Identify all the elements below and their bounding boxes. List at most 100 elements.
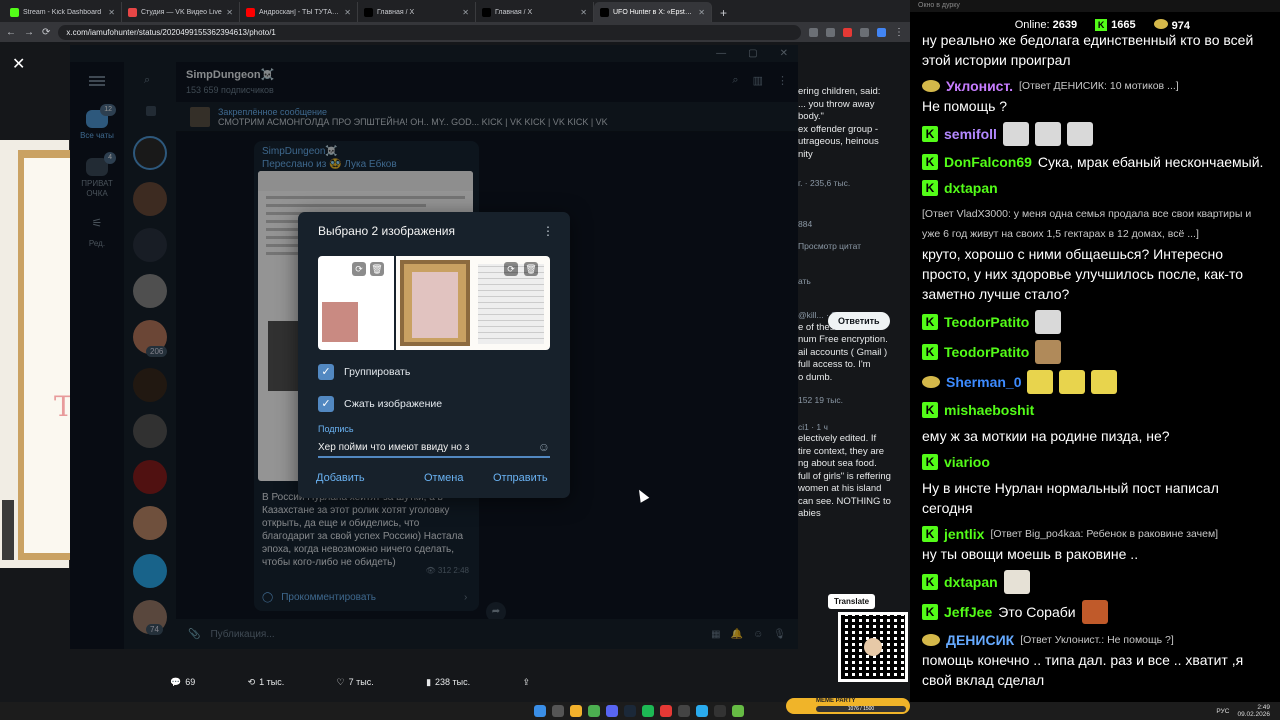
chat-text: ну реально же бедолага единственный кто … <box>922 32 1254 68</box>
chat-message[interactable]: Kviarioo Ну в инсте Нурлан нормальный пос… <box>922 452 1272 518</box>
chat-username[interactable]: mishaeboshit <box>944 400 1034 420</box>
chat-message[interactable]: ДЕНИСИК [Ответ Уклонист.: Не помощь ?] пом… <box>922 630 1272 690</box>
obs-icon[interactable] <box>714 705 726 717</box>
translate-button[interactable]: Translate <box>828 594 876 609</box>
chat-username[interactable]: TeodorPatito <box>944 342 1029 362</box>
reload-icon[interactable]: ⟳ <box>42 27 50 38</box>
chat-username[interactable]: viarioo <box>944 452 990 472</box>
chat-message[interactable]: Kdxtapan [Ответ VladX3000: у меня одна се… <box>922 178 1272 304</box>
cancel-button[interactable]: Отмена <box>424 472 463 484</box>
group-checkbox[interactable]: ✓ Группировать <box>318 364 410 380</box>
chat-username[interactable]: dxtapan <box>944 178 998 198</box>
replace-icon[interactable]: ⟳ <box>504 262 518 276</box>
chrome-icon[interactable] <box>588 705 600 717</box>
spotify-icon[interactable] <box>642 705 654 717</box>
app-icon[interactable] <box>678 705 690 717</box>
reply-action[interactable]: 💬 69 <box>170 677 195 688</box>
chat-message[interactable]: Kdxtapan <box>922 570 1272 594</box>
language-indicator[interactable]: РУС <box>1216 708 1229 715</box>
chat-username[interactable]: DonFalcon69 <box>944 152 1032 172</box>
chat-username[interactable]: ДЕНИСИК <box>946 630 1014 650</box>
repost-action[interactable]: ⟲ 1 тыс. <box>248 677 285 688</box>
chat-message[interactable]: Sherman_0 <box>922 370 1272 394</box>
chat-message[interactable]: Уклонист. [Ответ ДЕНИСИК: 10 мотиков ...]… <box>922 76 1272 116</box>
url-field[interactable]: x.com/iamufohunter/status/20204991553623… <box>58 24 801 40</box>
image-preview-2[interactable]: ⟳ 🗑 <box>396 256 550 350</box>
close-tab-icon[interactable]: ✕ <box>108 8 115 17</box>
quotes-link[interactable]: Просмотр цитат <box>790 240 910 253</box>
steam-icon[interactable] <box>624 705 636 717</box>
chat-text: помощь конечно .. типа дал. раз и все ..… <box>922 652 1244 688</box>
chat-username[interactable]: Sherman_0 <box>946 372 1021 392</box>
preview-document <box>478 264 544 344</box>
share-action[interactable]: ⇪ <box>522 677 530 688</box>
windows-start-icon[interactable] <box>534 705 546 717</box>
chat-username[interactable]: semifoll <box>944 124 997 144</box>
extension-icon[interactable] <box>860 27 869 37</box>
chat-username[interactable]: jentlix <box>944 524 984 544</box>
browser-tab[interactable]: UFO Hunter в X: «Epstein, whi...✕ <box>594 2 712 22</box>
more-icon[interactable]: ⋮ <box>542 224 554 238</box>
chat-message[interactable]: Kjentlix [Ответ Big_po4kaa: Ребенок в рак… <box>922 524 1272 564</box>
chat-username[interactable]: TeodorPatito <box>944 312 1029 332</box>
telegram-icon[interactable] <box>696 705 708 717</box>
text-line: o dumb. <box>798 371 833 383</box>
chat-message[interactable]: K JeffJee Это Сораби <box>922 600 1272 624</box>
reply-reference[interactable]: [Ответ ДЕНИСИК: 10 мотиков ...] <box>1019 76 1179 96</box>
chat-message[interactable]: Kmishaeboshit ему ж за моткии на родине п… <box>922 400 1272 446</box>
chat-message[interactable]: K TeodorPatito <box>922 310 1272 334</box>
like-action[interactable]: ♡ 7 тыс. <box>337 677 374 688</box>
tab-title: Студия — VK Видео Live <box>141 8 222 16</box>
chat-message[interactable]: Ksemifoll <box>922 122 1272 146</box>
back-icon[interactable]: ← <box>6 27 16 38</box>
forward-icon[interactable]: → <box>24 27 34 38</box>
send-button[interactable]: Отправить <box>493 472 548 484</box>
search-icon[interactable] <box>552 705 564 717</box>
extension-icon[interactable] <box>826 27 835 37</box>
chat-username[interactable]: Уклонист. <box>946 76 1013 96</box>
menu-dots-icon[interactable]: ⋮ <box>894 27 904 38</box>
close-tab-icon[interactable]: ✕ <box>344 8 351 17</box>
chat-message[interactable]: K DonFalcon69 Сука, мрак ебаный нескончаем… <box>922 152 1272 172</box>
close-icon[interactable]: ✕ <box>12 54 25 74</box>
delete-icon[interactable]: 🗑 <box>370 262 384 276</box>
chat-username[interactable]: JeffJee <box>944 602 992 622</box>
tweet-photo[interactable]: T <box>0 140 73 568</box>
browser-tab[interactable]: Студия — VK Видео Live ✕ <box>122 2 240 22</box>
chat-message[interactable]: K TeodorPatito <box>922 340 1272 364</box>
reply-button[interactable]: Ответить <box>828 312 890 330</box>
browser-tab[interactable]: Главная / X ✕ <box>476 2 594 22</box>
replace-icon[interactable]: ⟳ <box>352 262 366 276</box>
send-images-dialog: Выбрано 2 изображения ⋮ ⟳ 🗑 ⟳ 🗑 ✓ Группи… <box>298 212 570 498</box>
reply-reference[interactable]: [Ответ Big_po4kaa: Ребенок в раковине за… <box>990 524 1218 544</box>
compress-checkbox[interactable]: ✓ Сжать изображение <box>318 396 442 412</box>
delete-icon[interactable]: 🗑 <box>524 262 538 276</box>
close-tab-icon[interactable]: ✕ <box>698 8 705 17</box>
reply-reference[interactable]: [Ответ VladX3000: у меня одна семья прод… <box>922 204 1272 244</box>
reply-reference[interactable]: [Ответ Уклонист.: Не помощь ?] <box>1020 630 1174 650</box>
caption-input[interactable]: Хер пойми что имеют ввиду но з ☺ <box>318 438 550 458</box>
extension-icon[interactable] <box>809 27 818 37</box>
close-tab-icon[interactable]: ✕ <box>462 8 469 17</box>
dialog-title: Выбрано 2 изображения <box>318 224 455 238</box>
add-button[interactable]: Добавить <box>316 472 365 484</box>
extension-icon[interactable] <box>843 27 852 37</box>
chat-username[interactable]: dxtapan <box>944 572 998 592</box>
views-action[interactable]: ▮ 238 тыс. <box>426 677 470 688</box>
new-tab-button[interactable]: + <box>712 6 735 22</box>
image-preview-1[interactable]: ⟳ 🗑 <box>318 256 394 350</box>
browser-tab[interactable]: Андроскан] - ТЫ ТУТА... И Я ТУТ ✕ <box>240 2 358 22</box>
browser-tab[interactable]: Главная / X ✕ <box>358 2 476 22</box>
chat-message[interactable]: ну реально же бедолага единственный кто … <box>922 30 1272 70</box>
app-icon[interactable] <box>732 705 744 717</box>
extension-icon[interactable] <box>877 27 886 37</box>
explorer-icon[interactable] <box>570 705 582 717</box>
browser-tab[interactable]: Stream - Kick Dashboard ✕ <box>4 2 122 22</box>
reply2-user[interactable]: ci1 · 1 ч <box>790 421 910 434</box>
close-tab-icon[interactable]: ✕ <box>226 8 233 17</box>
emoji-icon[interactable]: ☺ <box>538 440 550 454</box>
close-tab-icon[interactable]: ✕ <box>580 8 587 17</box>
clock[interactable]: 2:49 09.02.2026 <box>1237 704 1270 718</box>
discord-icon[interactable] <box>606 705 618 717</box>
app-icon[interactable] <box>660 705 672 717</box>
